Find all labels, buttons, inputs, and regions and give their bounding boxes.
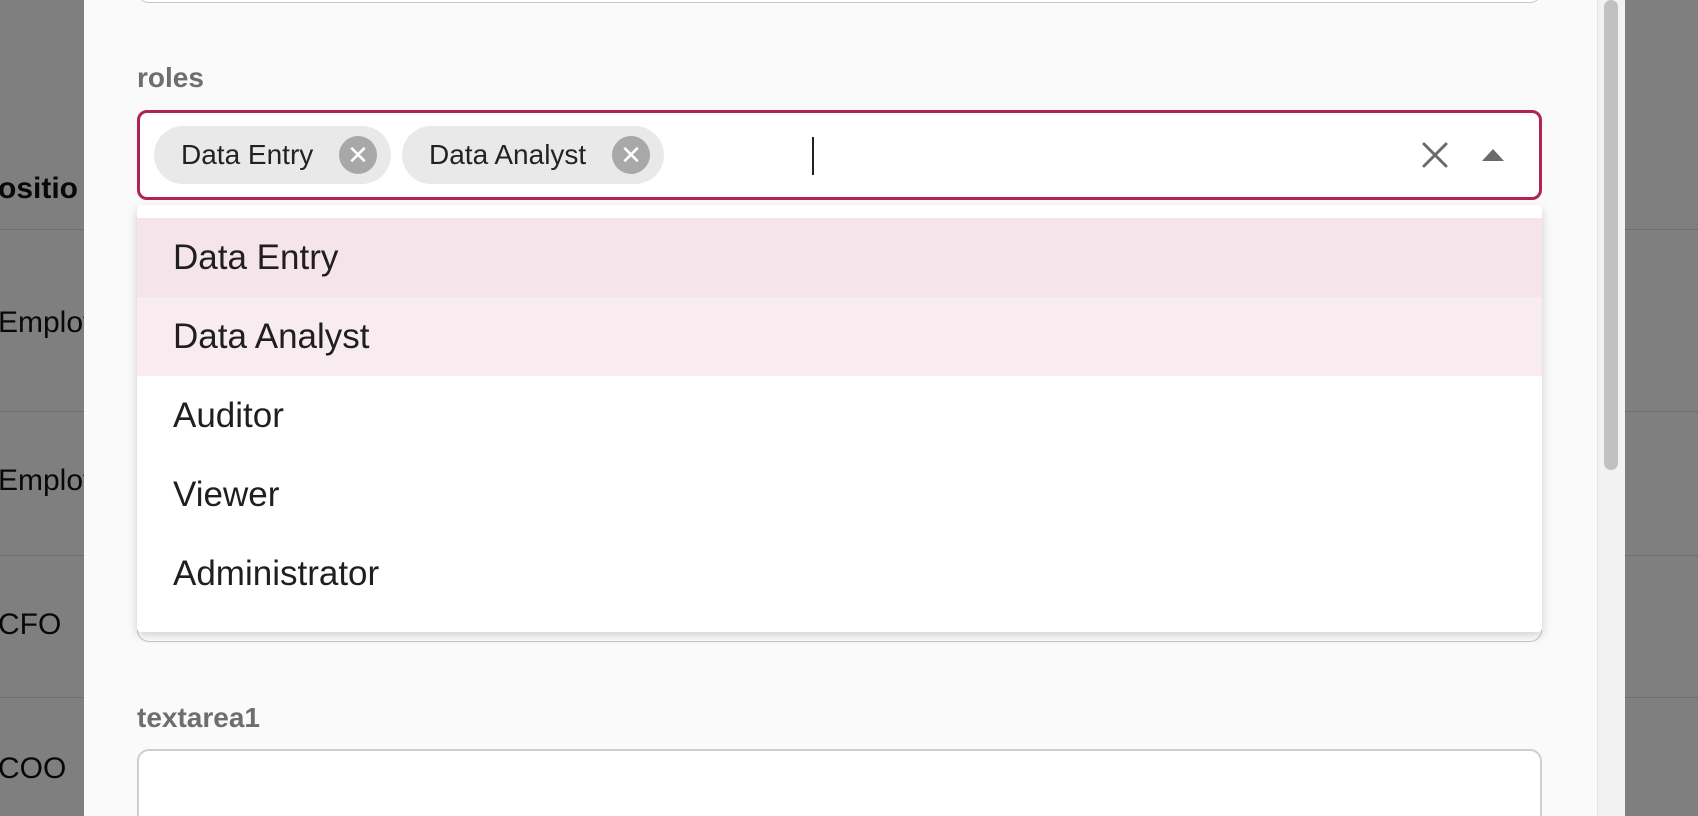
option-data-analyst[interactable]: Data Analyst: [137, 297, 1542, 376]
scrollbar-thumb[interactable]: [1604, 0, 1618, 470]
chip-label: Data Analyst: [429, 139, 587, 170]
circle-x-icon[interactable]: ✕: [612, 136, 650, 174]
roles-multiselect[interactable]: Data Entry ✕ Data Analyst ✕: [137, 110, 1542, 200]
modal-scrollbar[interactable]: [1597, 0, 1625, 816]
textarea1-field[interactable]: [137, 749, 1542, 816]
roles-options-listbox: Data Entry Data Analyst Auditor Viewer A…: [137, 205, 1542, 632]
text-caret: [812, 137, 814, 175]
option-administrator[interactable]: Administrator: [137, 534, 1542, 613]
roles-search-input[interactable]: [816, 133, 1376, 177]
option-data-entry[interactable]: Data Entry: [137, 218, 1542, 297]
option-label: Auditor: [173, 395, 284, 435]
textarea1-label: textarea1: [137, 702, 260, 733]
option-viewer[interactable]: Viewer: [137, 455, 1542, 534]
chip-label: Data Entry: [181, 139, 314, 170]
caret-up-icon[interactable]: [1473, 137, 1513, 173]
roles-label: roles: [137, 62, 204, 93]
chip-data-entry: Data Entry ✕: [154, 126, 391, 184]
option-label: Administrator: [173, 553, 380, 593]
previous-input-field[interactable]: [137, 0, 1542, 3]
option-auditor[interactable]: Auditor: [137, 376, 1542, 455]
option-label: Viewer: [173, 474, 280, 514]
chip-data-analyst: Data Analyst ✕: [402, 126, 664, 184]
edit-modal: roles Data Entry ✕ Data Analyst ✕ Data E…: [84, 0, 1625, 816]
option-label: Data Analyst: [173, 316, 370, 356]
option-label: Data Entry: [173, 237, 339, 277]
circle-x-icon[interactable]: ✕: [339, 136, 377, 174]
close-icon[interactable]: [1415, 135, 1455, 175]
